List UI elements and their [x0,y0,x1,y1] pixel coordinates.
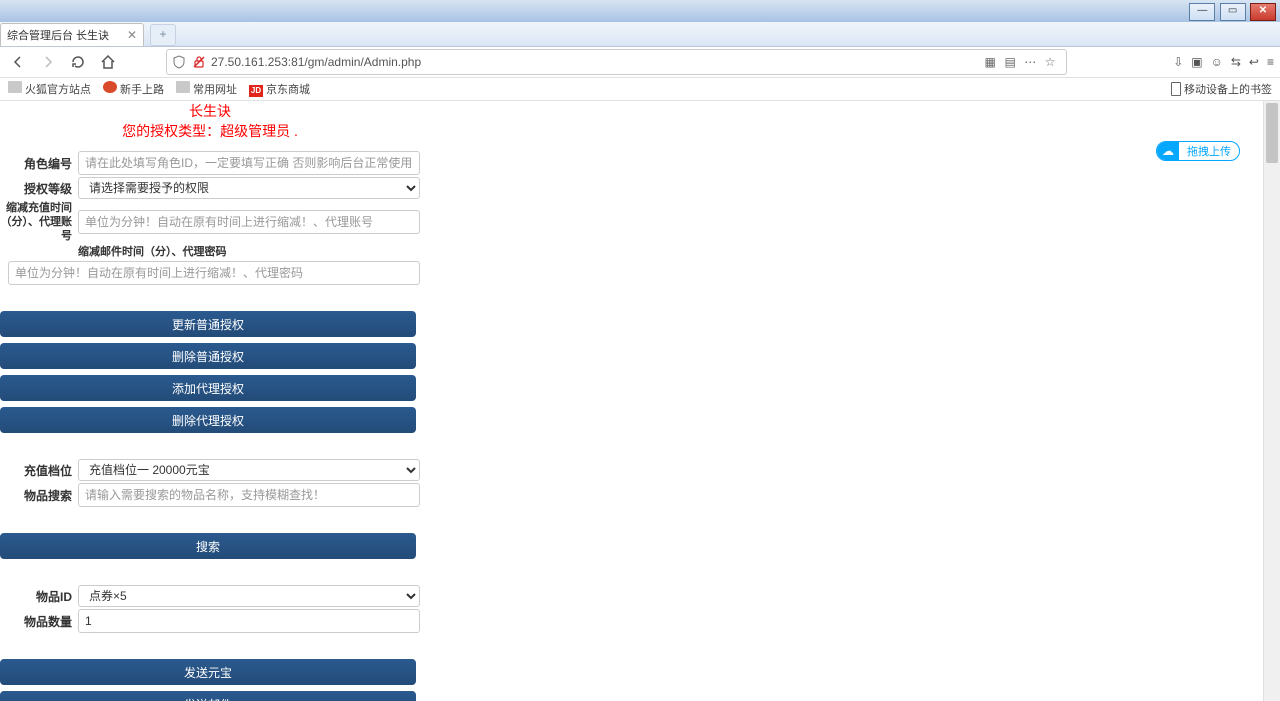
menu-icon[interactable]: ≡ [1267,55,1274,69]
bookmark-mobile[interactable]: 移动设备上的书签 [1171,81,1272,97]
upload-label: 拖拽上传 [1179,143,1239,159]
insecure-icon [191,54,207,70]
reader-icon[interactable]: ▤ [1002,54,1018,70]
url-bar[interactable]: 27.50.161.253:81/gm/admin/Admin.php ▦ ▤ … [166,49,1067,75]
downloads-icon[interactable]: ⇩ [1173,55,1183,69]
sidebar-icon[interactable]: ↩ [1249,55,1259,69]
scrollbar[interactable] [1263,101,1280,701]
home-button[interactable] [96,50,120,74]
page-content: ☁ 拖拽上传 长生诀 您的授权类型：超级管理员 . 角色编号 授权等级 请选择需… [0,101,1280,701]
more-icon[interactable]: ⋯ [1022,54,1038,70]
auth-level-select[interactable]: 请选择需要授予的权限 [78,177,420,199]
back-button[interactable] [6,50,30,74]
label-recharge-time: 缩减充值时间（分）、代理账号 [0,201,78,243]
label-item-search: 物品搜索 [0,487,78,504]
browser-navbar: 27.50.161.253:81/gm/admin/Admin.php ▦ ▤ … [0,47,1280,78]
page-subtitle: 您的授权类型：超级管理员 . [0,121,420,141]
window-titlebar: — ▭ ✕ [0,0,1280,22]
bookmark-jd[interactable]: JD京东商城 [249,81,310,97]
upload-badge[interactable]: ☁ 拖拽上传 [1156,141,1240,161]
close-button[interactable]: ✕ [1250,3,1276,21]
minimize-button[interactable]: — [1189,3,1215,21]
search-button[interactable]: 搜索 [0,533,416,559]
bookmark-common[interactable]: 常用网址 [176,81,237,97]
browser-tab-active[interactable]: 综合管理后台 长生诀 ✕ [0,23,144,46]
bookmark-star-icon[interactable]: ☆ [1042,54,1058,70]
tab-title: 综合管理后台 长生诀 [7,27,109,43]
label-item-id: 物品ID [0,588,78,605]
recharge-time-input[interactable] [78,210,420,234]
window-buttons: — ▭ ✕ [1188,2,1276,21]
page-title: 长生诀 [0,101,420,121]
toolbar-right: ⇩ ▣ ☺ ⇆ ↩ ≡ [1173,55,1274,69]
item-search-input[interactable] [78,483,420,507]
cloud-upload-icon: ☁ [1157,142,1179,160]
sync-icon[interactable]: ⇆ [1231,55,1241,69]
auth-form: 角色编号 授权等级 请选择需要授予的权限 缩减充值时间（分）、代理账号 缩减邮件… [0,151,420,701]
jd-icon: JD [249,85,263,97]
label-role-id: 角色编号 [0,155,78,172]
tab-close-icon[interactable]: ✕ [127,28,137,42]
maximize-button[interactable]: ▭ [1220,3,1246,21]
recharge-tier-select[interactable]: 充值档位一 20000元宝 [78,459,420,481]
folder-icon [8,81,22,93]
label-item-qty: 物品数量 [0,613,78,630]
item-id-select[interactable]: 点券×5 [78,585,420,607]
forward-button[interactable] [36,50,60,74]
label-recharge-tier: 充值档位 [0,462,78,479]
url-text: 27.50.161.253:81/gm/admin/Admin.php [211,55,982,69]
bookmark-newbie[interactable]: 新手上路 [103,81,164,97]
delete-auth-button[interactable]: 删除普通授权 [0,343,416,369]
mail-time-input[interactable] [8,261,420,285]
shield-icon [171,54,187,70]
item-qty-input[interactable] [78,609,420,633]
update-auth-button[interactable]: 更新普通授权 [0,311,416,337]
browser-tabbar: 综合管理后台 长生诀 ✕ + [0,22,1280,47]
bookmark-fox-official[interactable]: 火狐官方站点 [8,81,91,97]
role-id-input[interactable] [78,151,420,175]
folder-icon [176,81,190,93]
add-proxy-button[interactable]: 添加代理授权 [0,375,416,401]
label-mail-time: 缩减邮件时间（分）、代理密码 [78,245,418,259]
send-mail-button[interactable]: 发送邮件 [0,691,416,701]
new-tab-button[interactable]: + [150,24,176,46]
firefox-icon [103,81,117,93]
reload-button[interactable] [66,50,90,74]
mobile-icon [1171,82,1181,96]
bookmarks-bar: 火狐官方站点 新手上路 常用网址 JD京东商城 移动设备上的书签 [0,78,1280,101]
label-auth-level: 授权等级 [0,180,78,197]
delete-proxy-button[interactable]: 删除代理授权 [0,407,416,433]
qr-icon[interactable]: ▦ [982,54,998,70]
account-icon[interactable]: ☺ [1211,55,1223,69]
send-gold-button[interactable]: 发送元宝 [0,659,416,685]
library-icon[interactable]: ▣ [1191,55,1202,69]
